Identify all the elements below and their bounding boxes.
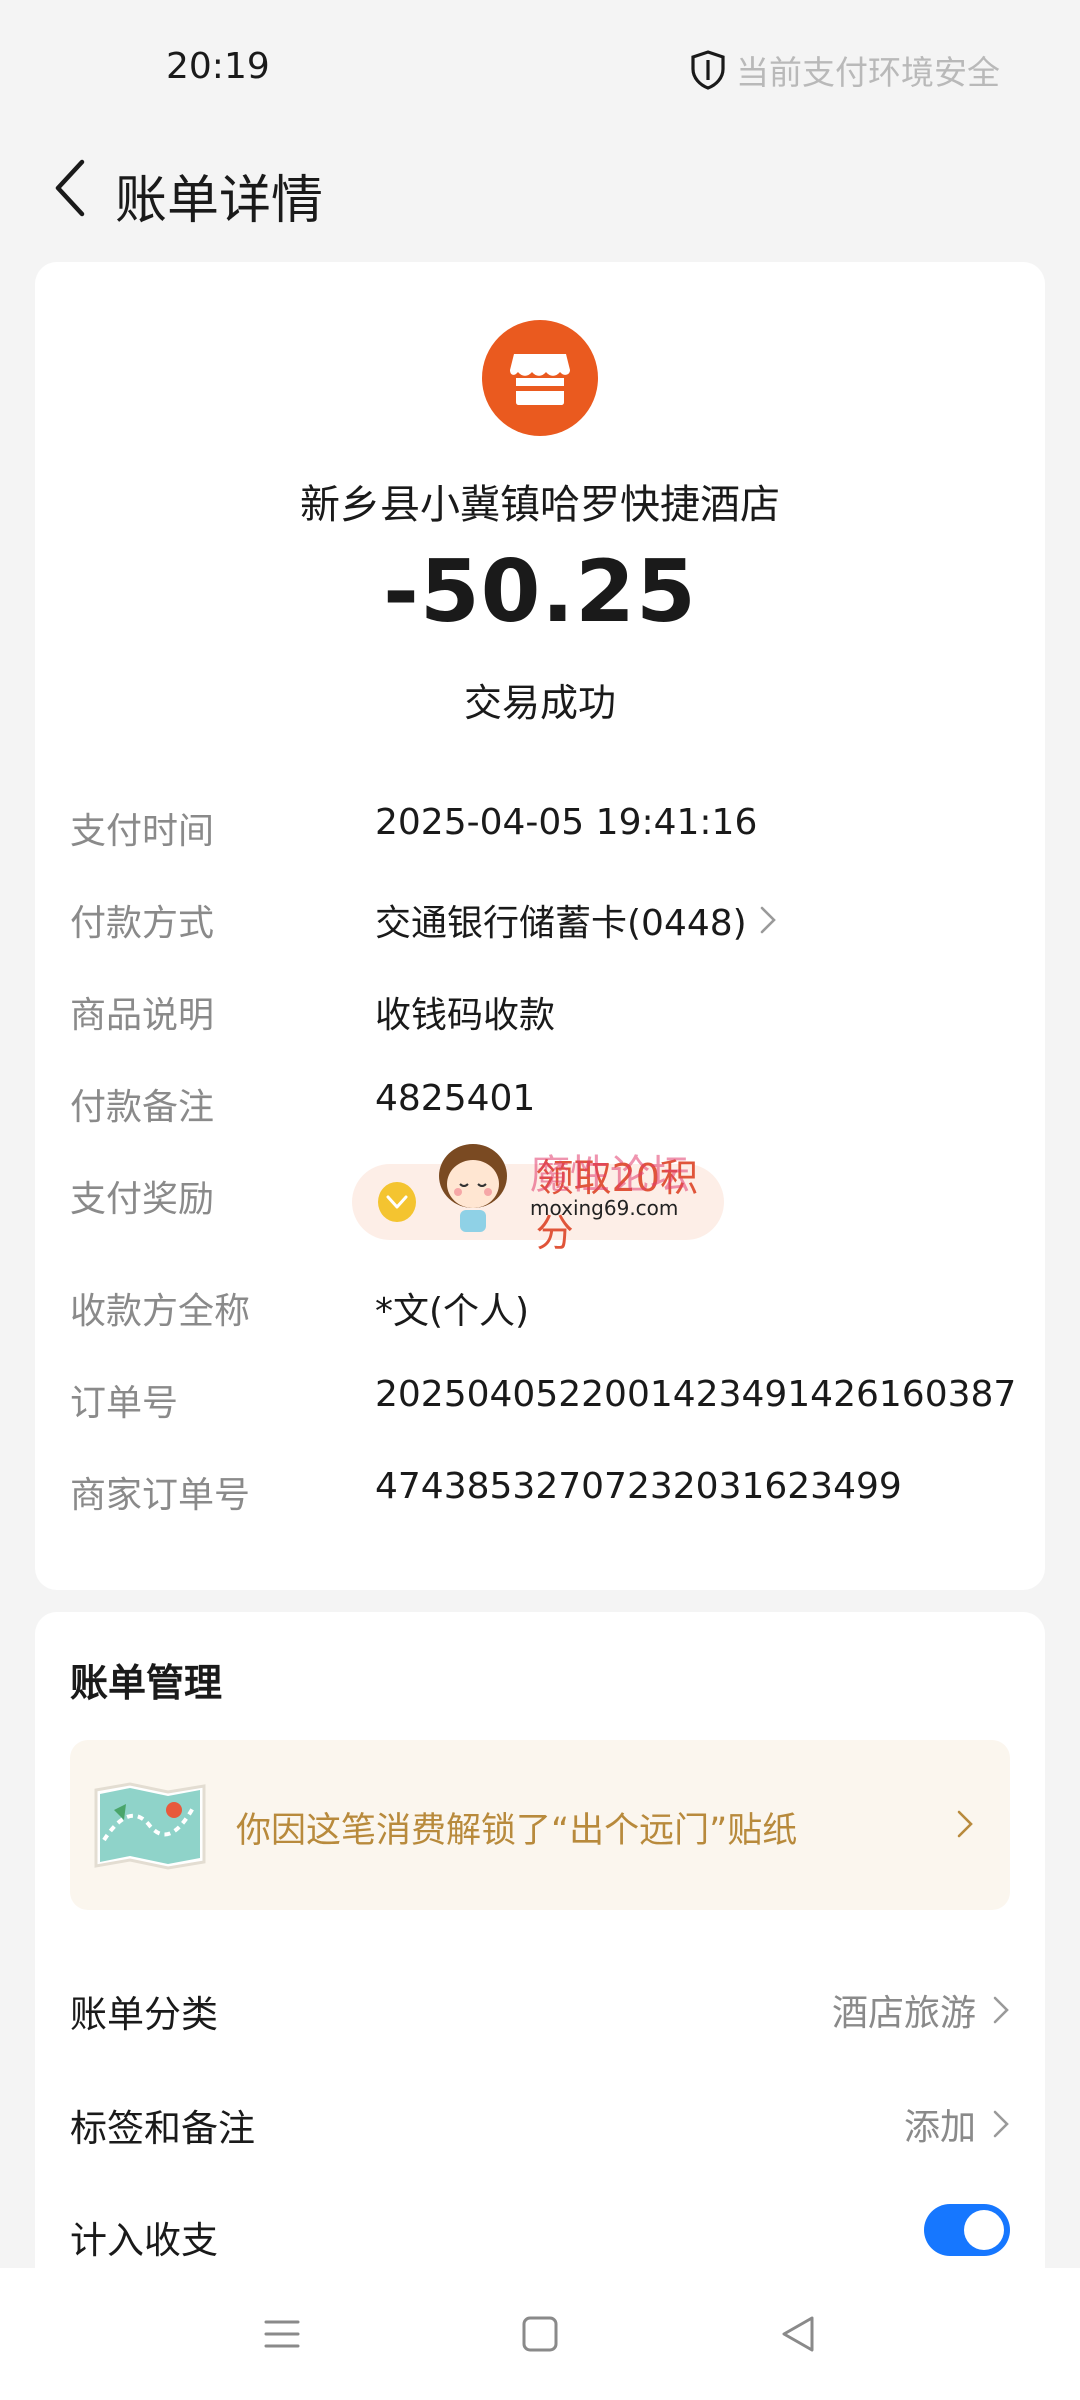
shield-icon bbox=[691, 50, 725, 90]
category-label: 账单分类 bbox=[70, 1993, 218, 2036]
tags-value-group: 添加 bbox=[904, 2098, 1010, 2150]
map-sticker-icon bbox=[94, 1782, 206, 1870]
back-triangle-icon bbox=[782, 2316, 814, 2352]
tags-notes-row[interactable]: 标签和备注 添加 bbox=[70, 2080, 1010, 2160]
chevron-right-icon bbox=[993, 2110, 1009, 2138]
detail-row-pay-method[interactable]: 付款方式 交通银行储蓄卡(0448) bbox=[70, 884, 1010, 944]
category-value: 酒店旅游 bbox=[831, 1993, 976, 2034]
status-bar: 20:19 当前支付环境安全 bbox=[0, 0, 1080, 130]
category-value-group: 酒店旅游 bbox=[832, 1984, 1010, 2036]
merchant-avatar bbox=[482, 320, 598, 436]
reward-text: 领取20积分 bbox=[535, 1156, 698, 1255]
detail-label: 付款方式 bbox=[70, 903, 215, 944]
detail-value: 交通银行储蓄卡(0448) bbox=[375, 903, 747, 944]
detail-row-pay-time: 支付时间 2025-04-05 19:41:16 bbox=[70, 792, 1010, 852]
tags-value: 添加 bbox=[903, 2107, 976, 2148]
sticker-banner[interactable]: 你因这笔消费解锁了“出个远门”贴纸 bbox=[70, 1740, 1010, 1910]
detail-value: *文(个人) bbox=[375, 1291, 530, 1332]
detail-row-item-desc: 商品说明 收钱码收款 bbox=[70, 976, 1010, 1036]
page-title: 账单详情 bbox=[115, 171, 324, 231]
count-label: 计入收支 bbox=[70, 2219, 218, 2262]
payment-method-link[interactable]: 交通银行储蓄卡(0448) bbox=[375, 894, 777, 946]
detail-value: 2025-04-05 19:41:16 bbox=[375, 802, 758, 843]
menu-button[interactable] bbox=[247, 2304, 317, 2364]
security-text: 当前支付环境安全 bbox=[736, 53, 1000, 92]
count-in-balance-row: 计入收支 bbox=[70, 2192, 1010, 2272]
detail-label: 收款方全称 bbox=[70, 1291, 251, 1332]
coin-icon bbox=[378, 1182, 416, 1222]
store-icon bbox=[510, 354, 570, 405]
back-button[interactable] bbox=[30, 138, 110, 238]
toggle-knob bbox=[964, 2210, 1004, 2250]
system-nav-bar bbox=[0, 2268, 1080, 2400]
menu-icon bbox=[264, 2320, 300, 2348]
detail-label: 支付奖励 bbox=[70, 1179, 215, 1220]
transaction-card: 新乡县小冀镇哈罗快捷酒店 -50.25 交易成功 支付时间 2025-04-05… bbox=[35, 262, 1045, 1590]
detail-value: 2025040522001423491426160387 bbox=[375, 1374, 1017, 1415]
detail-value: 收钱码收款 bbox=[375, 995, 556, 1036]
section-title: 账单管理 bbox=[70, 1661, 223, 1705]
chevron-right-icon bbox=[993, 1996, 1009, 2024]
sticker-text: 你因这笔消费解锁了“出个远门”贴纸 bbox=[236, 1811, 798, 1851]
detail-label: 订单号 bbox=[70, 1383, 179, 1424]
detail-row-payee: 收款方全称 *文(个人) bbox=[70, 1272, 1010, 1332]
tags-label: 标签和备注 bbox=[70, 2107, 255, 2150]
reward-claim-button[interactable]: 领取20积分 bbox=[352, 1156, 724, 1255]
amount: -50.25 bbox=[383, 542, 697, 642]
chevron-right-icon bbox=[957, 1810, 973, 1838]
detail-label: 商家订单号 bbox=[70, 1475, 251, 1516]
system-back-button[interactable] bbox=[763, 2304, 833, 2364]
bill-management-card: 账单管理 你因这笔消费解锁了“出个远门”贴纸 账单分类 酒店旅游 标签和备注 添… bbox=[35, 1612, 1045, 2312]
bill-category-row[interactable]: 账单分类 酒店旅游 bbox=[70, 1966, 1010, 2046]
detail-value: 47438532707232031623499 bbox=[375, 1466, 902, 1507]
detail-label: 支付时间 bbox=[70, 811, 215, 852]
detail-label: 商品说明 bbox=[70, 995, 215, 1036]
header: 账单详情 bbox=[0, 130, 1080, 250]
security-indicator: 当前支付环境安全 bbox=[690, 46, 1000, 94]
chevron-right-icon bbox=[760, 906, 776, 934]
detail-row-merchant-order-no: 商家订单号 47438532707232031623499 bbox=[70, 1456, 1010, 1516]
detail-label: 付款备注 bbox=[70, 1087, 215, 1128]
merchant-name: 新乡县小冀镇哈罗快捷酒店 bbox=[300, 482, 780, 528]
transaction-status: 交易成功 bbox=[463, 681, 616, 725]
detail-row-pay-note: 付款备注 4825401 bbox=[70, 1068, 1010, 1128]
chevron-left-icon bbox=[55, 159, 85, 217]
detail-row-reward: 支付奖励 领取20积分 魔性论坛 moxing69.com bbox=[70, 1144, 1010, 1255]
home-button[interactable] bbox=[505, 2304, 575, 2364]
home-square-icon bbox=[522, 2316, 558, 2352]
count-toggle[interactable] bbox=[924, 2204, 1010, 2256]
detail-value: 4825401 bbox=[375, 1078, 536, 1119]
status-time: 20:19 bbox=[166, 46, 270, 87]
detail-row-order-no: 订单号 2025040522001423491426160387 bbox=[70, 1364, 1016, 1424]
